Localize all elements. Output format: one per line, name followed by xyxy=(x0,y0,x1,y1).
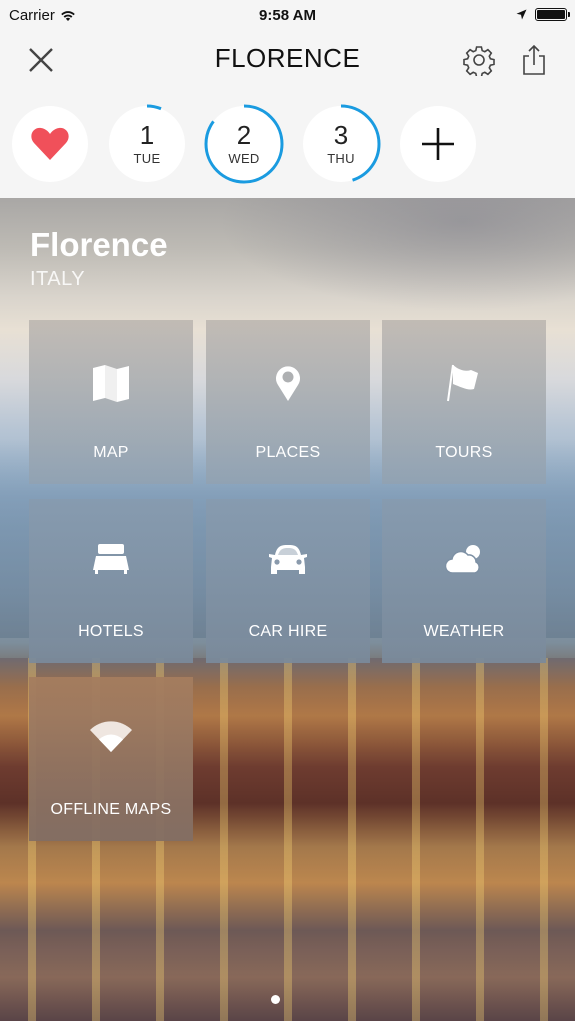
destination-hero: Florence ITALY MAP PLACES TOURS HOTELS C… xyxy=(0,198,575,1021)
tile-label: PLACES xyxy=(255,444,321,461)
day-button-3[interactable]: 3 THU xyxy=(301,104,381,184)
tile-hotels[interactable]: HOTELS xyxy=(29,499,193,663)
settings-button[interactable] xyxy=(461,42,497,78)
tile-label: HOTELS xyxy=(78,623,144,640)
day-name: WED xyxy=(228,151,260,166)
day-number: 2 xyxy=(236,120,252,150)
day-selector: 1 TUE 2 WED 3 THU xyxy=(0,88,575,198)
tile-weather[interactable]: WEATHER xyxy=(382,499,546,663)
tile-label: MAP xyxy=(93,444,129,461)
city-name: Florence xyxy=(30,226,168,263)
day-number: 1 xyxy=(139,120,155,150)
tile-places[interactable]: PLACES xyxy=(206,320,370,484)
tile-map[interactable]: MAP xyxy=(29,320,193,484)
tile-label: WEATHER xyxy=(423,623,505,640)
day-button-2[interactable]: 2 WED xyxy=(204,104,284,184)
status-time: 9:58 AM xyxy=(259,7,316,24)
tile-car-hire[interactable]: CAR HIRE xyxy=(206,499,370,663)
page-indicator-dot[interactable] xyxy=(271,995,280,1004)
gear-icon xyxy=(463,46,495,76)
navigation-bar: FLORENCE xyxy=(0,32,575,88)
location-arrow-icon xyxy=(516,9,527,20)
share-icon xyxy=(523,44,545,75)
tile-label: TOURS xyxy=(435,444,493,461)
plus-icon xyxy=(422,128,454,160)
tile-label: CAR HIRE xyxy=(248,623,328,640)
status-bar: Carrier 9:58 AM xyxy=(0,0,575,32)
day-button-1[interactable]: 1 TUE xyxy=(107,104,187,184)
country-name: ITALY xyxy=(30,268,86,290)
cloud-sun-icon xyxy=(445,545,480,574)
flag-icon xyxy=(447,364,478,402)
wifi-icon xyxy=(90,721,132,752)
day-name: THU xyxy=(327,151,355,166)
map-icon xyxy=(93,365,129,402)
car-icon xyxy=(269,545,307,574)
day-name: TUE xyxy=(133,151,161,166)
favorites-button[interactable] xyxy=(12,106,88,182)
share-button[interactable] xyxy=(516,42,552,78)
heart-icon xyxy=(31,127,69,160)
bed-icon xyxy=(93,544,129,574)
tile-label: OFFLINE MAPS xyxy=(50,801,172,818)
day-number: 3 xyxy=(333,120,349,150)
tile-offline-maps[interactable]: OFFLINE MAPS xyxy=(29,677,193,841)
battery-icon xyxy=(535,8,570,21)
tile-tours[interactable]: TOURS xyxy=(382,320,546,484)
add-day-button[interactable] xyxy=(400,106,476,182)
background-clouds xyxy=(200,198,575,318)
map-pin-icon xyxy=(276,366,300,401)
